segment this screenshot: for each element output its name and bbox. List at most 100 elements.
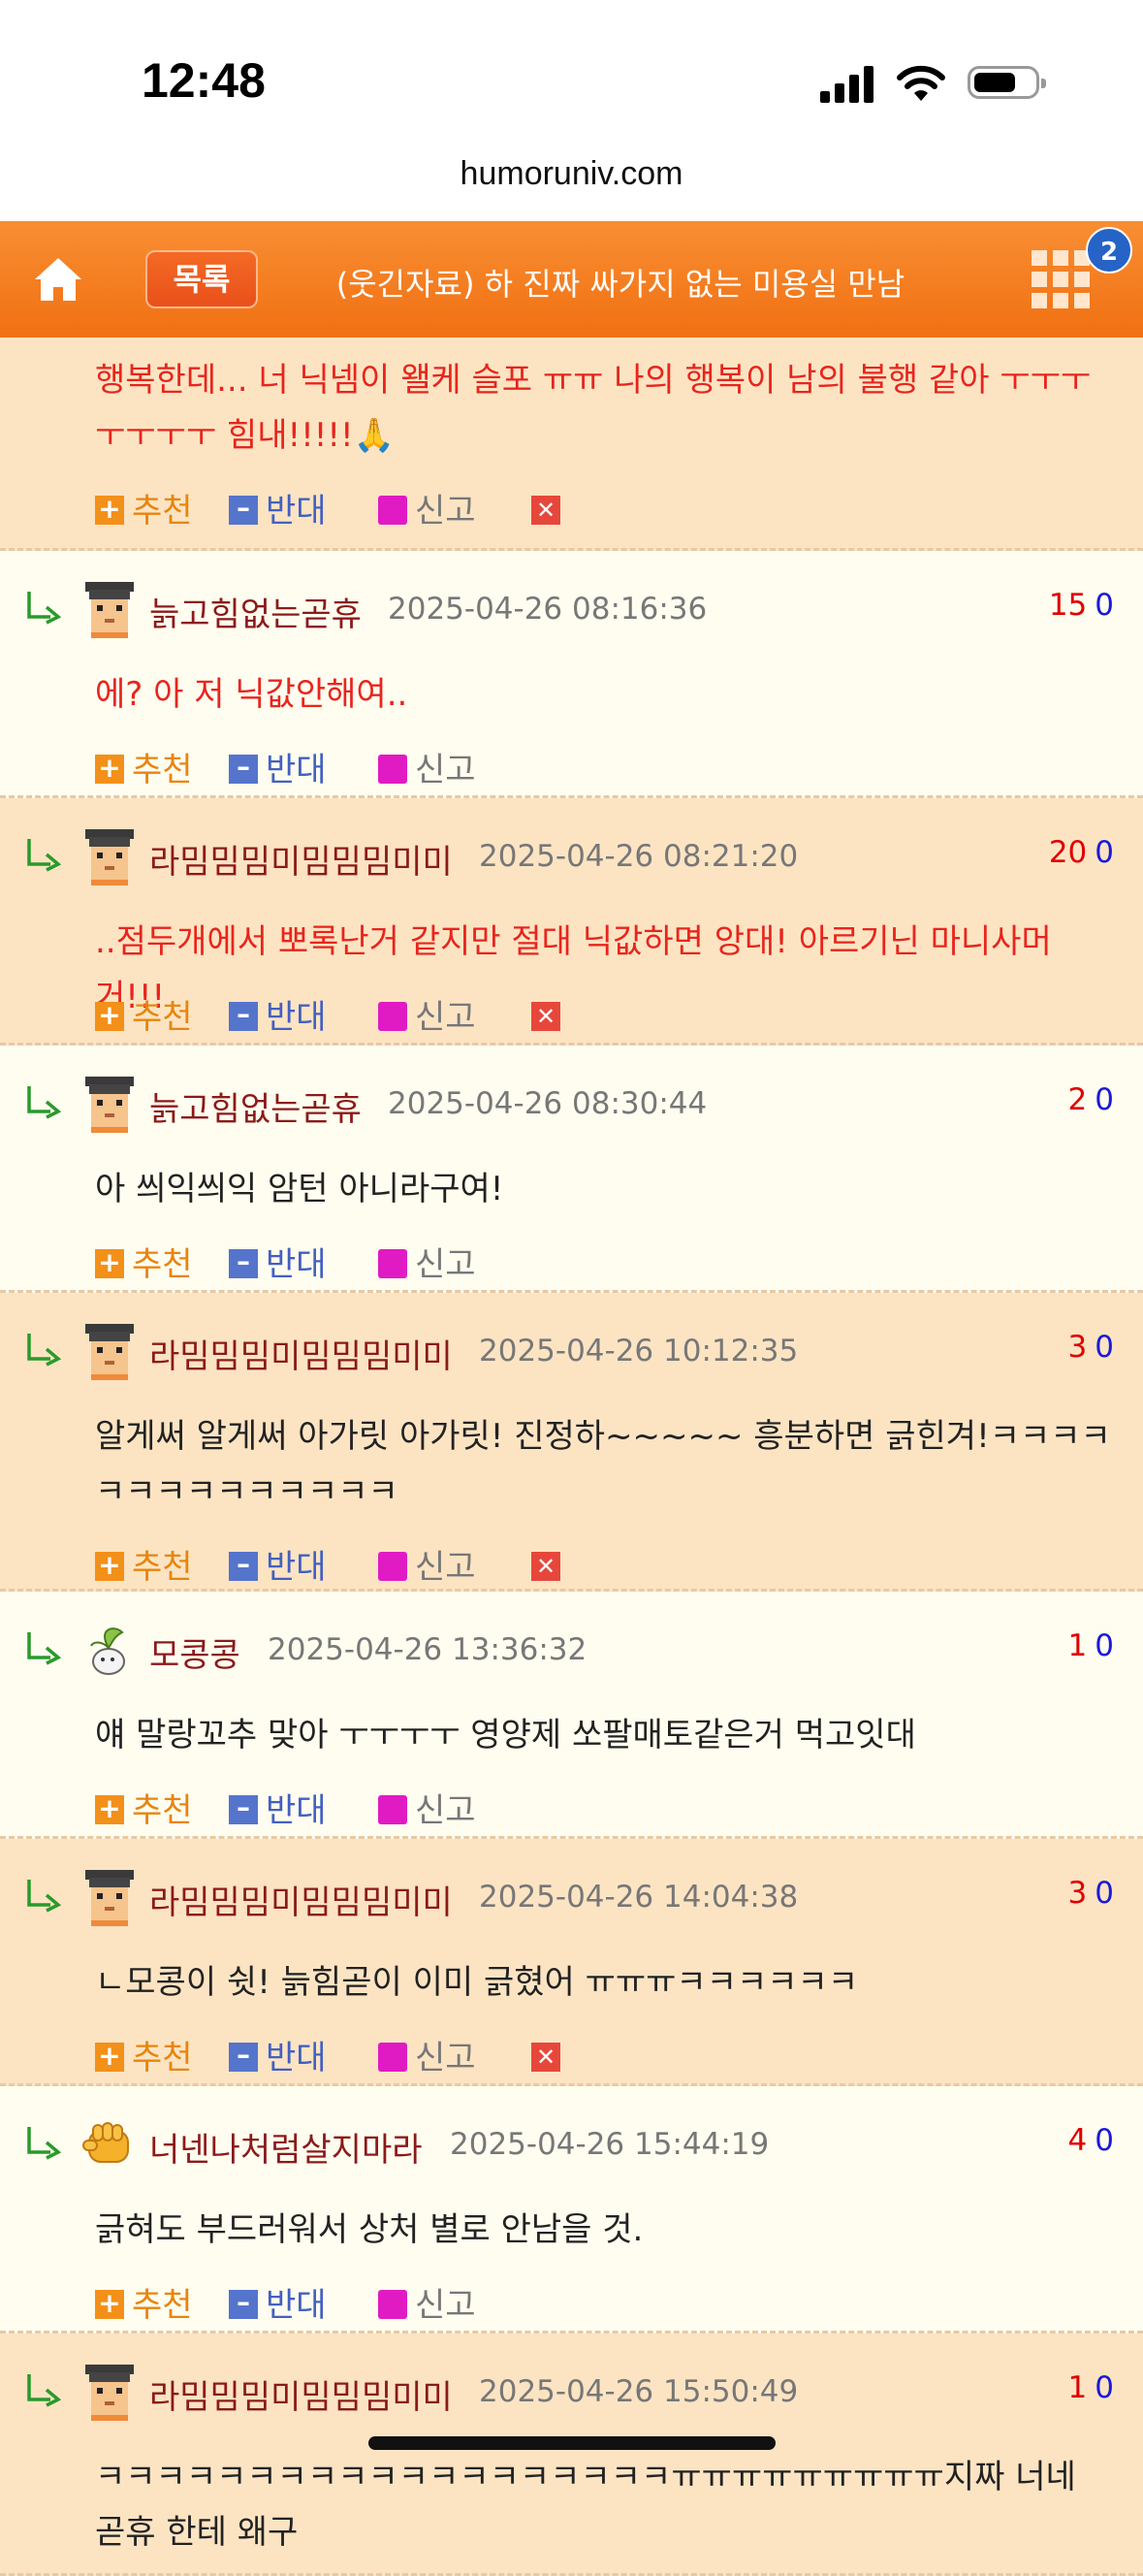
comment-nickname[interactable]: 라밈밈밈미밈밈밈미미 [149, 1330, 453, 1377]
comment-date: 2025-04-26 15:50:49 [479, 2374, 799, 2409]
plus-icon: + [95, 1794, 124, 1824]
report-button[interactable]: 신고 [378, 487, 476, 535]
comment-item: 라밈밈밈미밈밈밈미미 2025-04-26 08:21:20 20 0 ..점두개에서 … [0, 798, 1143, 1046]
delete-button[interactable]: ✕ [531, 993, 568, 1042]
downvote-count: 0 [1095, 1330, 1114, 1365]
report-icon [378, 2042, 407, 2072]
oppose-button[interactable]: – 반대 [229, 2281, 327, 2330]
comment-item: 늙고힘없는곧휴 2025-04-26 08:30:44 2 0 아 씌익씌익 암턴 아니… [0, 1046, 1143, 1293]
address-bar-url[interactable]: humoruniv.com [0, 155, 1143, 193]
report-icon [378, 2289, 407, 2319]
delete-button[interactable]: ✕ [531, 2034, 568, 2082]
recommend-label: 추천 [132, 998, 193, 1037]
recommend-button[interactable]: + 추천 [95, 746, 193, 794]
downvote-count: 0 [1095, 588, 1114, 623]
downvote-count: 0 [1095, 2123, 1114, 2158]
minus-icon: – [229, 2288, 258, 2319]
comment-nickname[interactable]: 라밈밈밈미밈밈밈미미 [149, 835, 453, 883]
oppose-button[interactable]: – 반대 [229, 746, 327, 794]
report-icon [378, 1794, 407, 1824]
pixel-icon[interactable] [79, 1866, 140, 1926]
cellular-signal-icon [820, 64, 878, 103]
pixel-icon[interactable] [79, 2361, 140, 2421]
close-icon: ✕ [531, 2042, 560, 2072]
reply-arrow-icon [25, 1878, 64, 1913]
upvote-count: 4 [1067, 2123, 1088, 2158]
plus-icon: + [95, 2042, 124, 2072]
report-button[interactable]: 신고 [378, 1543, 476, 1592]
oppose-button[interactable]: – 반대 [229, 1240, 327, 1289]
comment-date: 2025-04-26 15:44:19 [450, 2127, 770, 2162]
report-button[interactable]: 신고 [378, 1240, 476, 1289]
plant-icon[interactable] [79, 1619, 140, 1679]
downvote-count: 0 [1095, 1082, 1114, 1117]
comment-nickname[interactable]: 라밈밈밈미밈밈밈미미 [149, 1876, 453, 1923]
comment-date: 2025-04-26 10:12:35 [479, 1334, 799, 1368]
comment-nickname[interactable]: 너넨나처럼살지마라 [149, 2123, 423, 2171]
comment-nickname[interactable]: 늙고힘없는곧휴 [149, 588, 362, 635]
recommend-label: 추천 [132, 2039, 193, 2077]
comment-text: 긁혀도 부드러워서 상처 별로 안남을 것. [95, 2210, 644, 2249]
pixel-icon[interactable] [79, 578, 140, 638]
notification-badge[interactable]: 2 [1086, 227, 1132, 274]
oppose-button[interactable]: – 반대 [229, 993, 327, 1042]
report-button[interactable]: 신고 [378, 993, 476, 1042]
report-button[interactable]: 신고 [378, 2281, 476, 2330]
recommend-button[interactable]: + 추천 [95, 1543, 193, 1592]
comment-text: 얘 말랑꼬추 맞아 ㅜㅜㅜㅜ 영양제 쏘팔매토같은거 먹고잇대 [95, 1716, 916, 1755]
pixel-icon[interactable] [79, 825, 140, 886]
upvote-count: 3 [1067, 1330, 1088, 1365]
home-icon[interactable] [29, 250, 87, 308]
vote-counts: 40 [1068, 2123, 1114, 2158]
plus-icon: + [95, 495, 124, 525]
recommend-button[interactable]: + 추천 [95, 487, 193, 535]
plus-icon: + [95, 1551, 124, 1581]
oppose-label: 반대 [266, 1245, 327, 1284]
upvote-count: 1 [1067, 1628, 1088, 1663]
comment-text: 에? 아 저 닉값안해여.. [95, 675, 408, 714]
comment-nickname[interactable]: 라밈밈밈미밈밈밈미미 [149, 2370, 453, 2418]
oppose-button[interactable]: – 반대 [229, 2034, 327, 2082]
report-label: 신고 [415, 1245, 476, 1284]
close-icon: ✕ [531, 1551, 560, 1581]
minus-icon: – [229, 494, 258, 525]
recommend-button[interactable]: + 추천 [95, 993, 193, 1042]
recommend-button[interactable]: + 추천 [95, 1787, 193, 1835]
report-button[interactable]: 신고 [378, 746, 476, 794]
oppose-button[interactable]: – 반대 [229, 1543, 327, 1592]
minus-icon: – [229, 2041, 258, 2072]
report-button[interactable]: 신고 [378, 2034, 476, 2082]
recommend-label: 추천 [132, 1548, 193, 1587]
recommend-button[interactable]: + 추천 [95, 2034, 193, 2082]
wifi-icon [897, 65, 945, 101]
report-button[interactable]: 신고 [378, 1787, 476, 1835]
vote-counts: 10 [1068, 1628, 1114, 1663]
report-label: 신고 [415, 2286, 476, 2325]
recommend-button[interactable]: + 추천 [95, 1240, 193, 1289]
comment-nickname[interactable]: 모콩콩 [149, 1628, 240, 1676]
pixel-icon[interactable] [79, 1320, 140, 1380]
oppose-button[interactable]: – 반대 [229, 1787, 327, 1835]
vote-counts: 15 0 [1049, 588, 1114, 623]
comment-text: ㄴ모콩이 쉿! 늙힘곧이 이미 긁혔어 ㅠㅠㅠㅋㅋㅋㅋㅋㅋ [95, 1963, 859, 2002]
recommend-button[interactable]: + 추천 [95, 2281, 193, 2330]
fist-icon[interactable] [79, 2113, 140, 2174]
downvote-count: 0 [1095, 1628, 1114, 1663]
reply-arrow-icon [25, 1084, 64, 1119]
list-button[interactable]: 목록 [145, 250, 258, 308]
plus-icon: + [95, 1001, 124, 1031]
oppose-label: 반대 [266, 2039, 327, 2077]
comment-actions: + 추천 – 반대 신고 [95, 1787, 774, 1835]
pixel-icon[interactable] [79, 1073, 140, 1133]
home-indicator [368, 2436, 776, 2450]
upvote-count: 20 [1048, 835, 1088, 870]
report-label: 신고 [415, 2039, 476, 2077]
comment-nickname[interactable]: 늙고힘없는곧휴 [149, 1082, 362, 1130]
oppose-button[interactable]: – 반대 [229, 487, 327, 535]
comment-actions: + 추천 – 반대 신고 [95, 1240, 774, 1289]
apps-grid-icon[interactable] [1032, 250, 1090, 308]
vote-counts: 30 [1068, 1330, 1114, 1365]
delete-button[interactable]: ✕ [531, 487, 568, 535]
delete-button[interactable]: ✕ [531, 1543, 568, 1592]
report-label: 신고 [415, 1548, 476, 1587]
